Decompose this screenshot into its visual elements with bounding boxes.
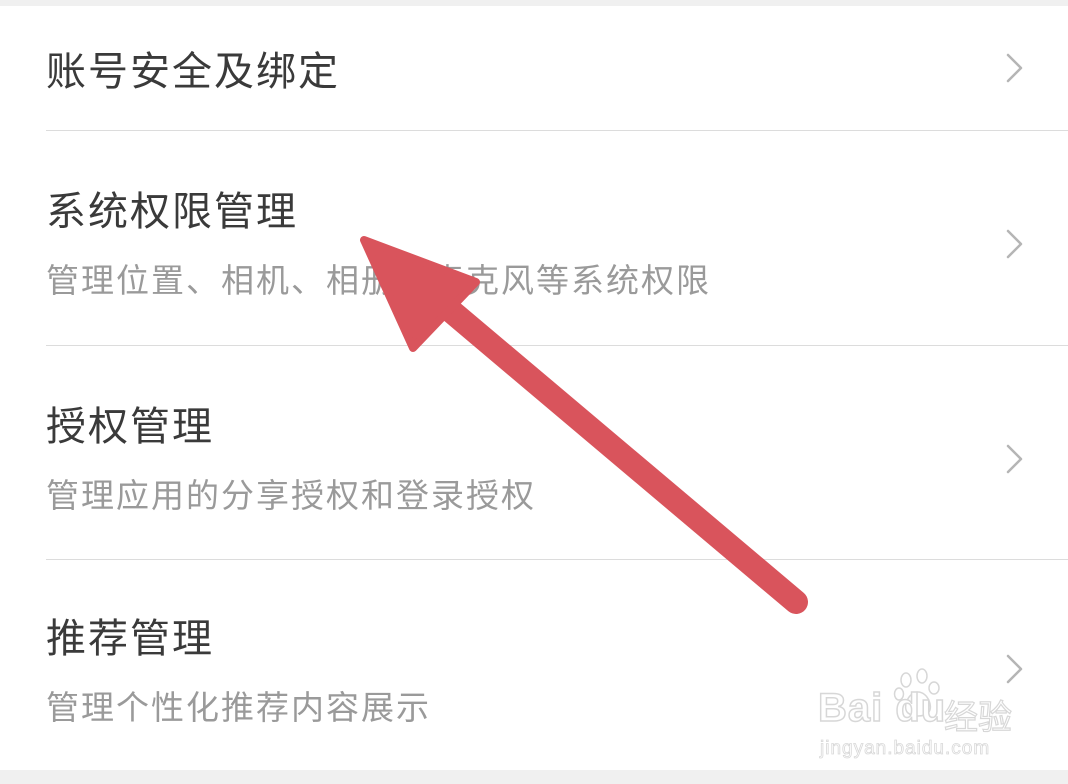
bottom-spacer [0, 770, 1068, 784]
chevron-right-icon [1006, 53, 1023, 83]
settings-item-title: 账号安全及绑定 [46, 49, 340, 95]
divider [46, 559, 1068, 560]
settings-item-title: 系统权限管理 [46, 189, 298, 235]
settings-item-title: 推荐管理 [46, 616, 214, 662]
watermark-url: jingyan.baidu.com [820, 738, 991, 760]
watermark-brand: Bai du [817, 685, 947, 731]
settings-screen: 账号安全及绑定 系统权限管理 管理位置、相机、相册、麦克风等系统权限 授权管理 … [0, 0, 1068, 784]
divider [46, 130, 1068, 131]
settings-item-subtitle: 管理个性化推荐内容展示 [46, 688, 431, 727]
settings-item-account-security[interactable]: 账号安全及绑定 [0, 6, 1068, 130]
settings-item-system-permissions[interactable]: 系统权限管理 管理位置、相机、相册、麦克风等系统权限 [0, 132, 1068, 345]
chevron-right-icon [1006, 444, 1023, 474]
settings-item-subtitle: 管理位置、相机、相册、麦克风等系统权限 [46, 261, 711, 300]
watermark: Bai du 经验 jingyan.baidu.com [817, 668, 1018, 768]
chevron-right-icon [1006, 229, 1023, 259]
watermark-label: 经验 [943, 697, 1012, 738]
settings-item-authorization[interactable]: 授权管理 管理应用的分享授权和登录授权 [0, 347, 1068, 559]
divider [46, 345, 1068, 346]
settings-item-title: 授权管理 [46, 404, 214, 450]
settings-list: 账号安全及绑定 系统权限管理 管理位置、相机、相册、麦克风等系统权限 授权管理 … [0, 6, 1068, 770]
settings-item-subtitle: 管理应用的分享授权和登录授权 [46, 476, 536, 515]
